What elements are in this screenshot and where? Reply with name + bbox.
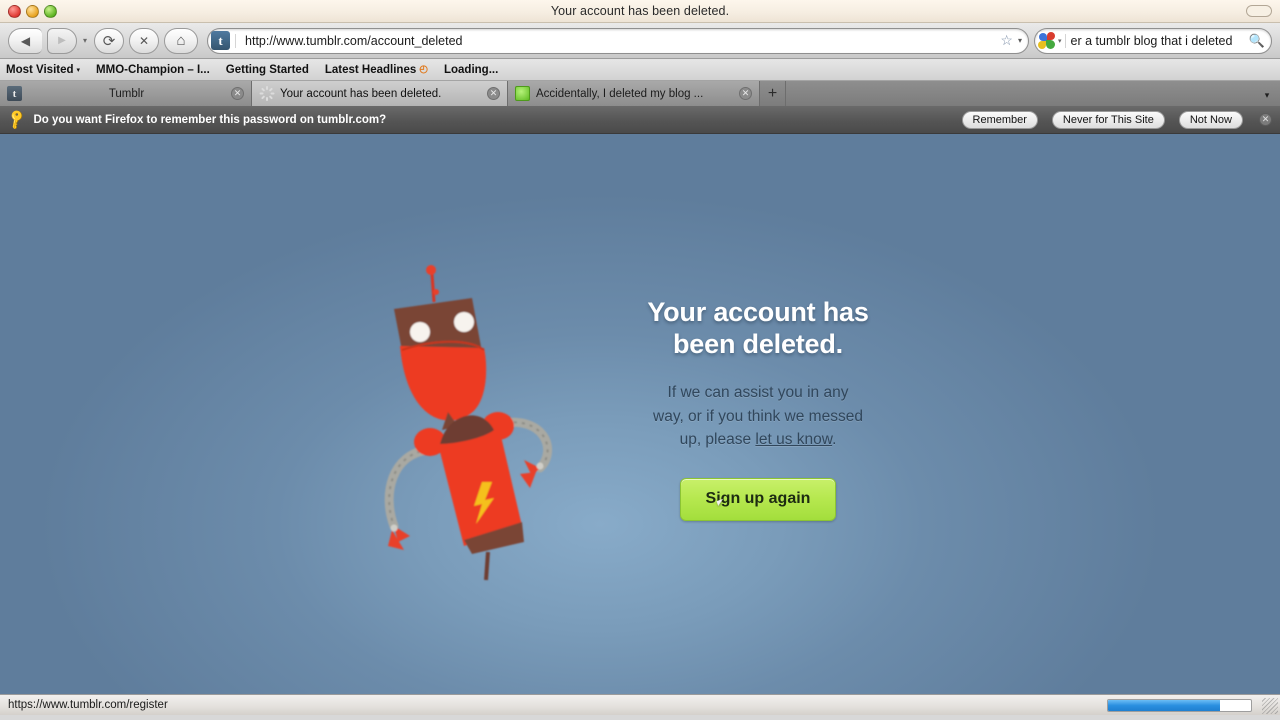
bookmark-most-visited[interactable]: Most Visited ▾ <box>6 64 80 76</box>
never-for-this-site-button[interactable]: Never for This Site <box>1051 110 1165 129</box>
forward-arrow-icon: ▶ <box>58 35 66 46</box>
tab-accidentally-deleted-blog[interactable]: Accidentally, I deleted my blog ... ✕ <box>508 81 760 106</box>
reload-button[interactable]: ⟳ <box>94 27 125 54</box>
bookmark-mmo-champion[interactable]: MMO-Champion – I... <box>96 64 210 76</box>
history-dropdown-icon[interactable]: ▾ <box>83 36 87 45</box>
window-title: Your account has been deleted. <box>550 4 730 18</box>
bookmark-label: Loading... <box>443 63 499 76</box>
google-icon <box>1038 31 1057 50</box>
home-icon: ⌂ <box>176 32 186 49</box>
rss-icon: ◴ <box>419 64 428 75</box>
status-bar: https://www.tumblr.com/register <box>0 694 1280 715</box>
toolbar-toggle-button[interactable] <box>1246 5 1272 17</box>
sign-up-again-button[interactable]: Sign up again <box>679 477 837 521</box>
back-arrow-icon: ◀ <box>20 33 31 48</box>
navigation-toolbar: ◀ ▶ ▾ ⟳ ✕ ⌂ t http://www.tumblr.com/acco… <box>0 23 1280 59</box>
description-line-3-pre: up, please <box>679 431 756 449</box>
page-description: If we can assist you in any way, or if y… <box>608 381 908 452</box>
loading-spinner-icon <box>259 86 274 101</box>
bookmark-star-icon[interactable]: ☆ <box>998 32 1015 49</box>
chevron-down-icon: ▾ <box>76 66 81 74</box>
description-line-3: up, please let us know. <box>608 428 908 452</box>
tab-label: Your account has been deleted. <box>280 87 442 100</box>
address-bar[interactable]: t http://www.tumblr.com/account_deleted … <box>207 27 1029 54</box>
tumblr-favicon: t <box>7 86 22 101</box>
headline-line-2: been deleted. <box>673 328 843 359</box>
close-icon[interactable]: ✕ <box>1259 113 1272 126</box>
back-button[interactable]: ◀ <box>8 27 42 54</box>
robot-illustration <box>384 265 553 581</box>
description-line-3-post: . <box>832 431 837 449</box>
bookmark-label: Latest Headlines <box>324 63 417 76</box>
search-input[interactable]: er a tumblr blog that i deleted <box>1064 33 1249 48</box>
reload-icon: ⟳ <box>102 32 116 50</box>
forward-button[interactable]: ▶ <box>47 27 77 54</box>
key-icon: 🔑 <box>4 107 29 131</box>
home-button[interactable]: ⌂ <box>164 27 199 54</box>
page-title: Your account has been deleted. <box>608 297 908 361</box>
tumblr-favicon: t <box>211 31 231 50</box>
close-icon: ✕ <box>138 33 150 48</box>
tab-tumblr[interactable]: t Tumblr ✕ <box>0 81 252 106</box>
green-favicon <box>515 86 530 101</box>
password-notification-bar: 🔑 Do you want Firefox to remember this p… <box>0 106 1280 134</box>
description-line-2: way, or if you think we messed <box>653 407 863 425</box>
bookmark-getting-started[interactable]: Getting Started <box>226 64 309 76</box>
message-block: Your account has been deleted. If we can… <box>608 297 908 521</box>
tab-label: Accidentally, I deleted my blog ... <box>536 87 704 100</box>
progress-fill <box>1108 700 1220 711</box>
notification-message: Do you want Firefox to remember this pas… <box>33 113 387 126</box>
bookmarks-toolbar: Most Visited ▾ MMO-Champion – I... Getti… <box>0 59 1280 81</box>
search-icon[interactable]: 🔍 <box>1249 33 1267 49</box>
bookmark-label: Getting Started <box>225 63 309 76</box>
tab-list-dropdown-icon[interactable]: ▾ <box>1258 87 1276 103</box>
new-tab-button[interactable]: + <box>760 81 786 106</box>
tab-strip: t Tumblr ✕ Your account has been deleted… <box>0 81 1280 106</box>
not-now-button[interactable]: Not Now <box>1178 110 1243 129</box>
tumblr-robot-mascot <box>372 254 582 584</box>
url-input[interactable]: http://www.tumblr.com/account_deleted <box>235 33 998 48</box>
chevron-down-icon[interactable]: ▾ <box>1015 36 1022 45</box>
close-icon[interactable]: ✕ <box>487 87 500 100</box>
bookmark-label: MMO-Champion – I... <box>96 63 210 76</box>
remember-password-button[interactable]: Remember <box>961 110 1038 129</box>
status-url-text: https://www.tumblr.com/register <box>8 699 168 711</box>
bookmark-loading[interactable]: Loading... <box>444 64 498 76</box>
let-us-know-link[interactable]: let us know <box>755 431 832 448</box>
stop-button[interactable]: ✕ <box>129 27 160 54</box>
close-icon[interactable]: ✕ <box>739 87 752 100</box>
close-icon[interactable]: ✕ <box>231 87 244 100</box>
tab-account-deleted[interactable]: Your account has been deleted. ✕ <box>252 81 508 106</box>
bookmark-latest-headlines[interactable]: Latest Headlines ◴ <box>325 64 428 76</box>
headline-line-1: Your account has <box>647 297 869 328</box>
bookmark-label: Most Visited <box>6 63 74 76</box>
loading-progress-bar <box>1107 699 1252 712</box>
resize-grip[interactable] <box>1262 698 1278 714</box>
search-bar[interactable]: ▾ er a tumblr blog that i deleted 🔍 <box>1034 27 1272 54</box>
page-content: Your account has been deleted. If we can… <box>0 134 1280 694</box>
tab-label: Tumblr <box>108 87 145 100</box>
window-titlebar: Your account has been deleted. <box>0 0 1280 23</box>
description-line-1: If we can assist you in any <box>667 383 849 401</box>
search-engine-chevron-icon[interactable]: ▾ <box>1057 37 1065 45</box>
